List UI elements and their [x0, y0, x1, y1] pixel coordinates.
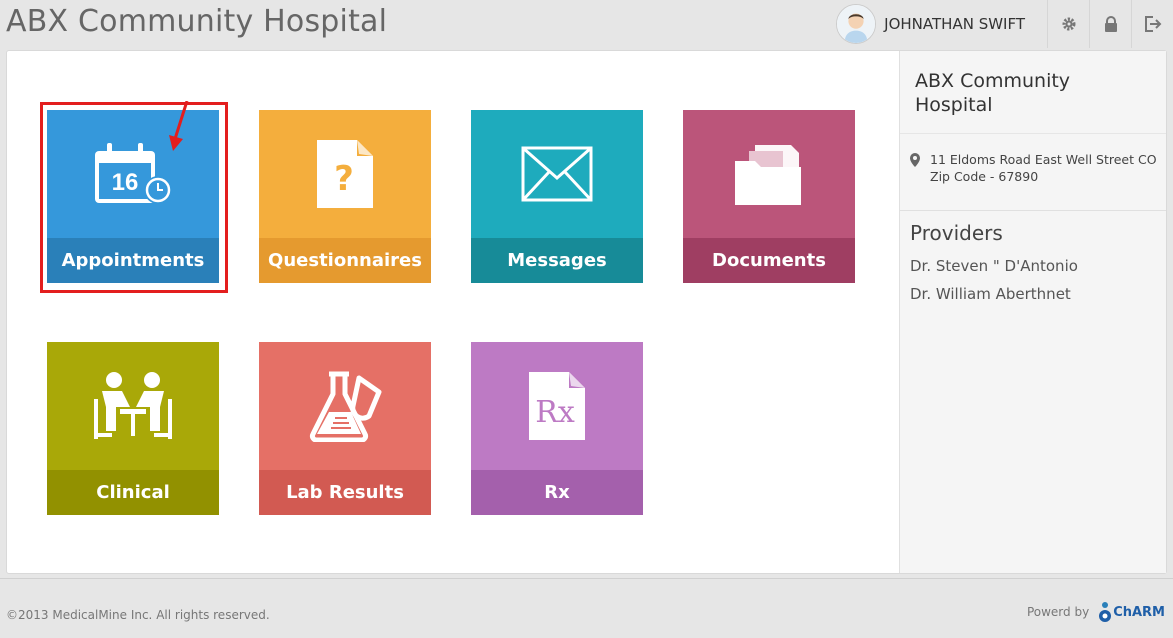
flask-icon [259, 342, 431, 469]
sidebar-hospital-name: ABX Community Hospital [915, 70, 1071, 116]
provider-item[interactable]: Dr. Steven " D'Antonio [900, 251, 1166, 274]
lock-icon[interactable] [1089, 0, 1131, 48]
tile-questionnaires[interactable]: ? Questionnaires [259, 110, 431, 283]
footer: ©2013 MedicalMine Inc. All rights reserv… [0, 578, 1173, 638]
logout-icon[interactable] [1131, 0, 1173, 48]
consultation-icon [47, 342, 219, 469]
tile-label: Rx [471, 470, 643, 515]
hospital-info: ABX Community Hospital 11 Eldoms Road Ea… [900, 51, 1166, 211]
charm-logo[interactable]: ChARM [1097, 601, 1165, 623]
tile-label: Questionnaires [259, 238, 431, 283]
provider-item[interactable]: Dr. William Aberthnet [900, 279, 1166, 302]
tile-messages[interactable]: Messages [471, 110, 643, 283]
tile-label: Documents [683, 238, 855, 283]
svg-text:?: ? [334, 159, 354, 199]
map-pin-icon [910, 151, 926, 185]
gear-icon[interactable] [1047, 0, 1089, 48]
calendar-day-number: 16 [112, 169, 139, 196]
address-line-2: Zip Code - 67890 [930, 169, 1039, 184]
powered-by-label: Powerd by [1026, 605, 1090, 619]
folder-icon [683, 110, 855, 237]
user-name: JOHNATHAN SWIFT [884, 15, 1025, 33]
user-menu[interactable]: JOHNATHAN SWIFT [836, 4, 1047, 44]
tile-documents[interactable]: Documents [683, 110, 855, 283]
hospital-address: 11 Eldoms Road East Well Street CO Zip C… [910, 151, 1157, 185]
question-document-icon: ? [259, 110, 431, 237]
tile-rx[interactable]: Rx Rx [471, 342, 643, 515]
annotation-arrow-icon [169, 101, 189, 151]
address-line-1: 11 Eldoms Road East Well Street CO [930, 152, 1157, 167]
providers-title: Providers [910, 221, 1003, 245]
copyright-text: ©2013 MedicalMine Inc. All rights reserv… [6, 608, 270, 622]
tile-label: Messages [471, 238, 643, 283]
powered-by: Powerd by ChARM [1027, 601, 1165, 623]
top-bar: JOHNATHAN SWIFT [836, 0, 1173, 48]
prescription-icon: Rx [471, 342, 643, 469]
dashboard-panel: 16 Appointments ? Questionnaires Message… [6, 50, 1167, 574]
charm-logo-text: ChARM [1113, 604, 1165, 620]
avatar [836, 4, 877, 44]
tile-label: Clinical [47, 470, 219, 515]
hospital-sidebar: ABX Community Hospital 11 Eldoms Road Ea… [899, 51, 1166, 573]
tile-label: Lab Results [259, 470, 431, 515]
tile-label: Appointments [47, 238, 219, 283]
rx-symbol: Rx [535, 395, 575, 430]
tile-lab-results[interactable]: Lab Results [259, 342, 431, 515]
envelope-icon [471, 110, 643, 237]
app-title: ABX Community Hospital [6, 4, 388, 39]
charm-logo-icon [1099, 602, 1112, 622]
tile-clinical[interactable]: Clinical [47, 342, 219, 515]
